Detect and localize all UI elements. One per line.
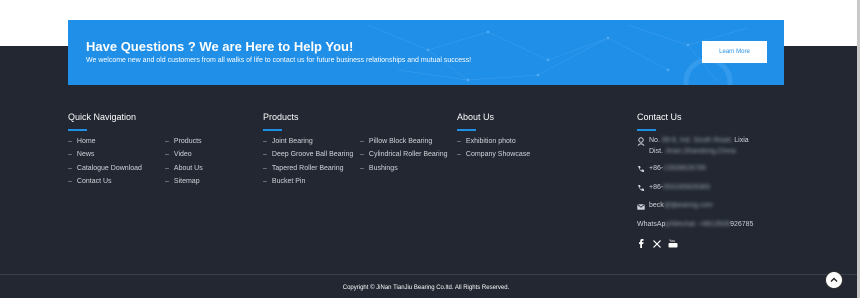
email-icon (637, 204, 645, 210)
about-us-heading: About Us (457, 112, 495, 122)
contact-phone-1[interactable]: +86-13508626785 (649, 165, 706, 172)
facebook-icon[interactable] (638, 239, 644, 248)
nav-link-home[interactable]: – Home (68, 138, 96, 145)
chevron-up-icon (830, 277, 838, 282)
nav-link-sitemap[interactable]: – Sitemap (165, 178, 200, 185)
product-link-joint-bearing[interactable]: – Joint Bearing (263, 138, 313, 145)
product-link-bushings[interactable]: – Bushings (360, 165, 398, 172)
youtube-icon[interactable]: You (668, 238, 678, 248)
phone-icon (638, 185, 644, 192)
copyright-text: Copyright © JiNan TianJiu Bearing Co.ltd… (342, 285, 510, 291)
nav-link-catalogue-download[interactable]: – Catalogue Download (68, 165, 142, 172)
contact-address-line1: No. 89-8, Ind. South Road, Lixia (649, 137, 749, 144)
quick-navigation-heading: Quick Navigation (68, 112, 137, 122)
product-link-tapered-roller-bearing[interactable]: – Tapered Roller Bearing (263, 165, 344, 172)
product-link-bucket-pin[interactable]: – Bucket Pin (263, 178, 305, 185)
nav-link-contact-us[interactable]: – Contact Us (68, 178, 112, 185)
products-heading: Products (263, 112, 299, 122)
product-link-cylindrical-roller-bearing[interactable]: – Cylindrical Roller Bearing (360, 151, 448, 158)
banner-subtitle: We welcome new and old customers from al… (86, 57, 472, 64)
nav-link-about-us[interactable]: – About Us (165, 165, 203, 172)
heading-underline (457, 129, 476, 131)
product-link-deep-groove-ball-bearing[interactable]: – Deep Groove Ball Bearing (263, 151, 353, 158)
contact-address-line2: Dist. Jinan,Shandong,China (649, 148, 736, 155)
contact-phone-2[interactable]: +86-053185826383 (649, 184, 710, 191)
location-pin-icon (637, 137, 645, 146)
phone-icon (638, 166, 644, 173)
learn-more-button[interactable]: Learn More (702, 41, 767, 63)
nav-link-products[interactable]: – Products (165, 138, 202, 145)
nav-link-video[interactable]: – Video (165, 151, 192, 158)
about-link-company-showcase[interactable]: – Company Showcase (457, 151, 530, 158)
svg-text:You: You (669, 239, 675, 243)
footer-divider (0, 274, 860, 275)
back-to-top-button[interactable] (825, 271, 843, 289)
banner-title: Have Questions ? We are Here to Help You… (86, 39, 354, 54)
heading-underline (637, 129, 656, 131)
contact-banner: Have Questions ? We are Here to Help You… (68, 20, 784, 85)
heading-underline (68, 129, 87, 131)
nav-link-news[interactable]: – News (68, 151, 94, 158)
contact-email[interactable]: beck@tjbearing.com (649, 202, 713, 209)
about-link-exhibition-photo[interactable]: – Exhibition photo (457, 138, 516, 145)
product-link-pillow-block-bearing[interactable]: – Pillow Block Bearing (360, 138, 432, 145)
heading-underline (263, 129, 282, 131)
contact-us-heading: Contact Us (637, 112, 682, 122)
x-twitter-icon[interactable] (653, 240, 661, 248)
contact-whatsapp-wechat: WhatsApp/Wechat: +8613508926785 (637, 221, 754, 228)
